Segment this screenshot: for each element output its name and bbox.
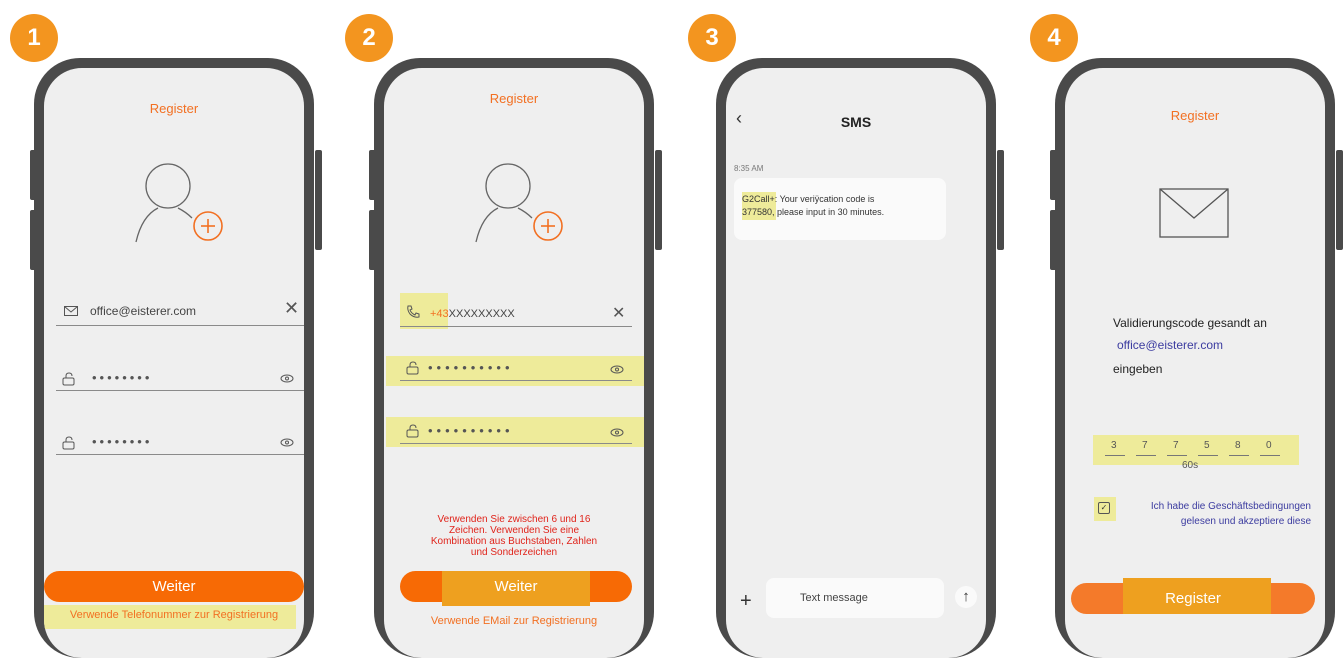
mail-icon bbox=[64, 306, 78, 316]
field-underline bbox=[56, 454, 304, 455]
phone-side-button bbox=[655, 150, 662, 250]
field-underline bbox=[400, 380, 632, 381]
terms-text: Ich habe die Geschäftsbedingungen gelese… bbox=[1113, 499, 1311, 529]
field-underline bbox=[400, 443, 632, 444]
register-button-label: Register bbox=[1165, 590, 1221, 607]
phone-side-button bbox=[315, 150, 322, 250]
page-title: Register bbox=[149, 101, 199, 116]
eye-icon[interactable] bbox=[610, 428, 624, 437]
step-badge-1: 1 bbox=[10, 14, 58, 62]
weiter-button-label: Weiter bbox=[494, 578, 538, 595]
phone-field[interactable]: +43XXXXXXXXX bbox=[430, 308, 515, 320]
page-title: Register bbox=[489, 91, 539, 106]
phone-screen-1: Register office@eisterer.com ✕ •••••••• bbox=[44, 68, 304, 658]
enter-text: eingeben bbox=[1113, 362, 1163, 376]
envelope-icon bbox=[1159, 188, 1229, 238]
password-field[interactable]: •••••••• bbox=[92, 370, 152, 385]
code-underline bbox=[1260, 455, 1280, 456]
register-button[interactable]: Register bbox=[1071, 578, 1315, 614]
code-underline bbox=[1198, 455, 1218, 456]
code-underline bbox=[1136, 455, 1156, 456]
field-underline bbox=[56, 325, 304, 326]
lock-icon bbox=[62, 372, 75, 386]
send-icon[interactable]: ↑ bbox=[955, 586, 977, 608]
phone-frame-4: Register Validierungscode gesandt an off… bbox=[1055, 58, 1335, 658]
phone-frame-3: ‹ SMS 8:35 AM G2Call+: Your veriÿcation … bbox=[716, 58, 996, 658]
eye-icon[interactable] bbox=[280, 374, 294, 383]
terms-line-1: Ich habe die Geschäftsbedingungen bbox=[1150, 501, 1311, 512]
recipient-email: office@eisterer.com bbox=[1117, 338, 1224, 352]
phone-frame-2: Register +43XXXXXXXXX ✕ •••••••••• •••••… bbox=[374, 58, 654, 658]
clear-icon[interactable]: ✕ bbox=[612, 303, 625, 323]
field-underline bbox=[56, 390, 304, 391]
message-input-placeholder: Text message bbox=[800, 592, 868, 604]
code-digit[interactable]: 8 bbox=[1235, 440, 1241, 451]
countdown-timer: 60s bbox=[1182, 460, 1199, 471]
field-underline bbox=[400, 326, 632, 327]
step-badge-2: 2 bbox=[345, 14, 393, 62]
terms-line-2: gelesen und akzeptiere diese bbox=[1180, 516, 1311, 527]
message-time: 8:35 AM bbox=[734, 164, 764, 173]
code-digit[interactable]: 5 bbox=[1204, 440, 1210, 451]
highlight bbox=[386, 356, 644, 386]
message-line-1: +: Your veriÿcation code is bbox=[769, 194, 875, 204]
phone-screen-3: ‹ SMS 8:35 AM G2Call+: Your veriÿcation … bbox=[726, 68, 986, 658]
code-underline bbox=[1229, 455, 1249, 456]
code-underline bbox=[1167, 455, 1187, 456]
password-rules-note: Verwenden Sie zwischen 6 und 16 Zeichen.… bbox=[430, 514, 598, 558]
message-text: G2Call+: Your veriÿcation code is 377580… bbox=[742, 193, 942, 219]
eye-icon[interactable] bbox=[610, 365, 624, 374]
use-phone-link[interactable]: Verwende Telefonummer zur Registrierung bbox=[44, 609, 304, 621]
message-line-2: 377580, please input in 30 minutes. bbox=[742, 207, 885, 217]
phone-screen-4: Register Validierungscode gesandt an off… bbox=[1065, 68, 1325, 658]
message-input[interactable]: Text message bbox=[766, 578, 944, 618]
code-digit[interactable]: 3 bbox=[1111, 440, 1117, 451]
confirm-password-field[interactable]: •••••••• bbox=[92, 434, 152, 449]
code-underline bbox=[1105, 455, 1125, 456]
eye-icon[interactable] bbox=[280, 438, 294, 447]
phone-frame-1: Register office@eisterer.com ✕ •••••••• bbox=[34, 58, 314, 658]
message-sender: G2Call bbox=[742, 194, 770, 204]
page-title: SMS bbox=[840, 114, 872, 130]
step-badge-3: 3 bbox=[688, 14, 736, 62]
terms-checkbox[interactable]: ✓ bbox=[1098, 502, 1110, 514]
phone-side-button bbox=[997, 150, 1004, 250]
code-digit[interactable]: 0 bbox=[1266, 440, 1272, 451]
password-field[interactable]: •••••••••• bbox=[428, 360, 514, 375]
confirm-password-field[interactable]: •••••••••• bbox=[428, 423, 514, 438]
code-sent-text: Validierungscode gesandt an bbox=[1113, 316, 1267, 330]
lock-icon bbox=[406, 361, 419, 375]
code-digit[interactable]: 7 bbox=[1142, 440, 1148, 451]
phone-side-button bbox=[1336, 150, 1343, 250]
clear-icon[interactable]: ✕ bbox=[284, 298, 299, 319]
add-avatar-icon[interactable] bbox=[124, 156, 234, 246]
page-title: Register bbox=[1170, 108, 1220, 123]
lock-icon bbox=[406, 424, 419, 438]
email-field[interactable]: office@eisterer.com bbox=[90, 304, 196, 318]
lock-icon bbox=[62, 436, 75, 450]
add-avatar-icon[interactable] bbox=[464, 156, 574, 246]
weiter-button[interactable]: Weiter bbox=[400, 571, 632, 606]
use-email-link[interactable]: Verwende EMail zur Registrierung bbox=[384, 615, 644, 627]
phone-screen-2: Register +43XXXXXXXXX ✕ •••••••••• •••••… bbox=[384, 68, 644, 658]
phone-icon bbox=[407, 305, 420, 318]
step-badge-4: 4 bbox=[1030, 14, 1078, 62]
code-digit[interactable]: 7 bbox=[1173, 440, 1179, 451]
weiter-button[interactable]: Weiter bbox=[44, 571, 304, 602]
phone-number: XXXXXXXXX bbox=[448, 308, 515, 320]
add-icon[interactable]: + bbox=[740, 590, 752, 613]
country-code: +43 bbox=[430, 308, 449, 320]
